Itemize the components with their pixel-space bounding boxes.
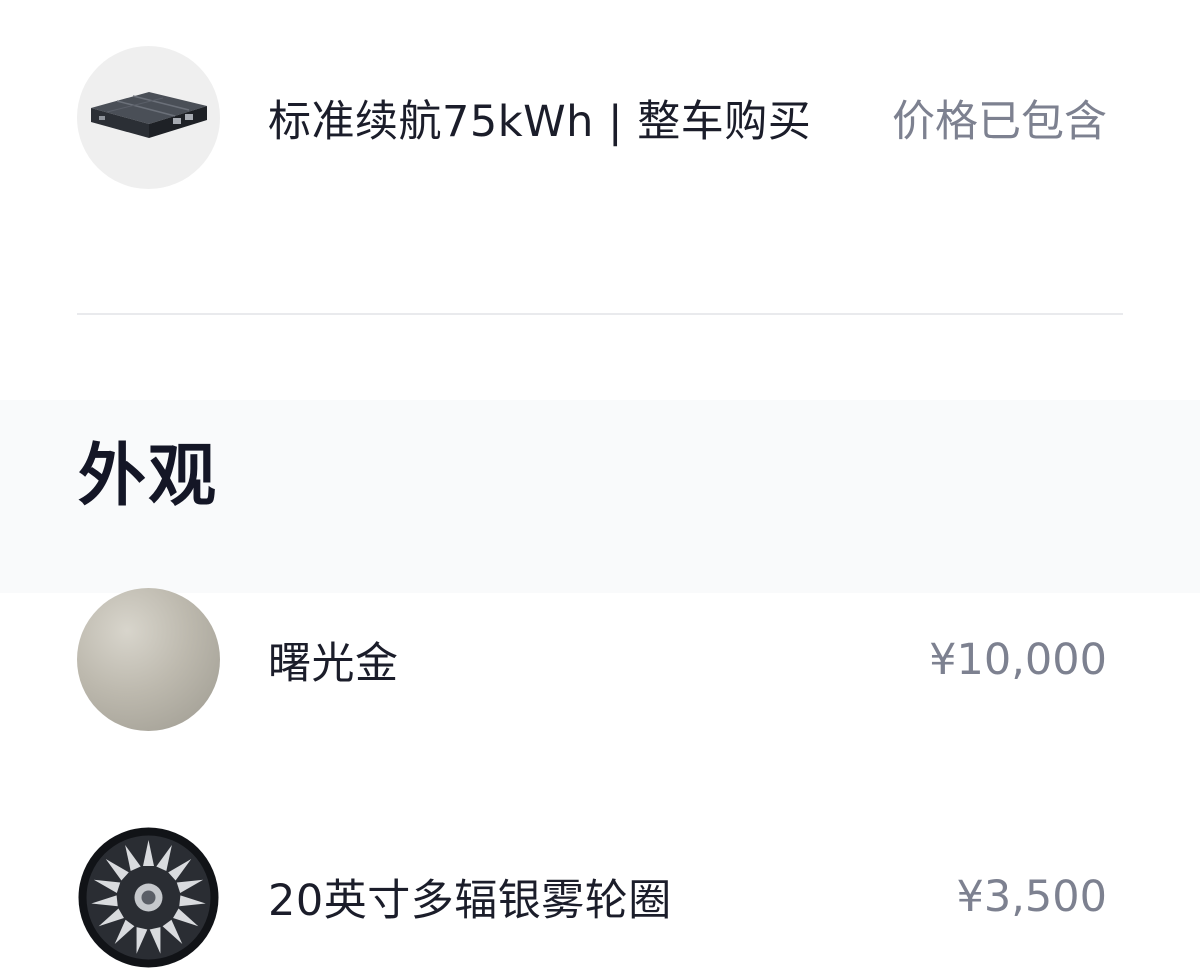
battery-option-label: 标准续航75kWh | 整车购买 <box>268 97 812 147</box>
color-option-price: ¥10,000 <box>929 635 1107 685</box>
wheel-option-label: 20英寸多辐银雾轮圈 <box>268 876 672 926</box>
battery-option-price: 价格已包含 <box>892 97 1107 147</box>
section-divider <box>77 313 1123 315</box>
wheel-option-row[interactable]: 20英寸多辐银雾轮圈 ¥3,500 <box>0 826 1200 970</box>
wheel-rim-icon <box>77 826 220 969</box>
battery-pack-icon <box>77 46 220 189</box>
color-swatch-icon <box>77 588 220 731</box>
battery-option-row[interactable]: 标准续航75kWh | 整车购买 价格已包含 <box>0 46 1200 190</box>
exterior-color-option-row[interactable]: 曙光金 ¥10,000 <box>0 588 1200 732</box>
wheel-option-price: ¥3,500 <box>956 872 1107 922</box>
color-option-label: 曙光金 <box>268 639 399 689</box>
section-title-exterior: 外观 <box>78 437 219 516</box>
